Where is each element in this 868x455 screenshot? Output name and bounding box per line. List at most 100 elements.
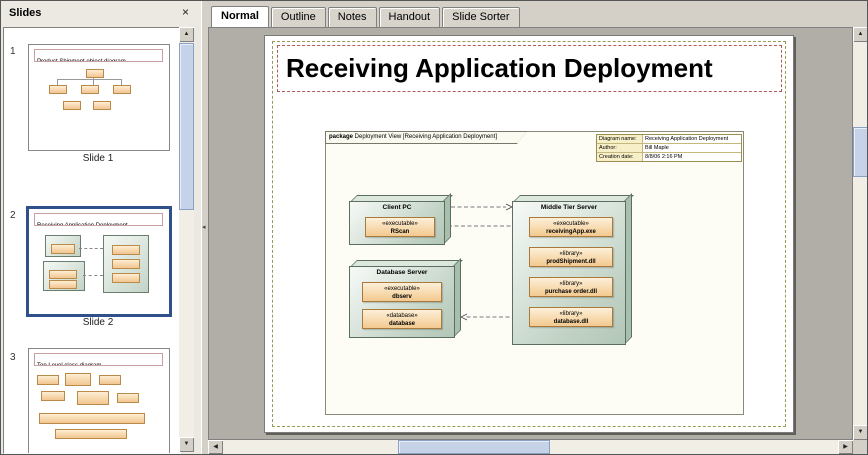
- slide-1-caption: Slide 1: [28, 153, 168, 164]
- scroll-down-icon[interactable]: ▼: [179, 437, 194, 452]
- scroll-down-icon[interactable]: ▼: [853, 425, 868, 440]
- slide-workspace: Receiving Application Deployment package…: [208, 27, 853, 440]
- mini-slide-title: Receiving Application Deployment: [35, 223, 128, 226]
- node-database-server[interactable]: Database Server «executable» dbserv «dat…: [349, 260, 461, 338]
- collapse-panel-icon[interactable]: ◂: [202, 223, 206, 231]
- slide-title: Receiving Application Deployment: [278, 46, 781, 91]
- mini-title-box: Receiving Application Deployment: [34, 213, 163, 226]
- mini-shape: [65, 373, 91, 386]
- stereotype-label: «library»: [530, 250, 612, 258]
- stereotype-label: «library»: [530, 310, 612, 318]
- mini-dependency: [83, 275, 103, 276]
- component-name: prodShipment.dll: [530, 258, 612, 266]
- component-name: database.dll: [530, 318, 612, 326]
- mini-connector: [57, 79, 121, 80]
- vertical-scrollbar[interactable]: ▲ ▼: [853, 27, 868, 440]
- table-row: Diagram name: Receiving Application Depl…: [597, 135, 741, 143]
- mini-shape: [112, 259, 140, 269]
- table-row: Creation date: 8/8/06 2:16 PM: [597, 152, 741, 161]
- component-database[interactable]: «database» database: [362, 309, 442, 329]
- stereotype-label: «database»: [363, 312, 441, 320]
- scroll-up-icon[interactable]: ▲: [179, 27, 194, 42]
- mini-dependency: [79, 248, 103, 249]
- mini-shape: [49, 280, 77, 289]
- component-receivingapp[interactable]: «executable» receivingApp.exe: [529, 217, 613, 237]
- panel-scrollbar[interactable]: ▲ ▼: [179, 27, 194, 452]
- mini-shape: [86, 69, 104, 78]
- horizontal-scrollbar-thumb[interactable]: [398, 440, 550, 454]
- title-placeholder[interactable]: Receiving Application Deployment: [277, 45, 782, 92]
- mini-shape: [81, 85, 99, 94]
- table-row: Author: Bill Maple: [597, 143, 741, 152]
- frame-label-text: Deployment View [Receiving Application D…: [353, 134, 497, 140]
- node-title: Client PC: [349, 204, 445, 211]
- vertical-scrollbar-thumb[interactable]: [853, 127, 868, 177]
- mini-node: [103, 235, 149, 293]
- stereotype-label: «executable»: [366, 220, 434, 228]
- table-value: Bill Maple: [643, 144, 741, 152]
- component-name: database: [363, 320, 441, 328]
- close-icon[interactable]: ×: [178, 5, 193, 20]
- mini-shape: [112, 273, 140, 283]
- slides-panel-header: Slides ×: [1, 1, 201, 27]
- scroll-up-icon[interactable]: ▲: [853, 27, 868, 42]
- mini-slide-title: Top Level class diagram: [35, 363, 101, 366]
- component-dbserv[interactable]: «executable» dbserv: [362, 282, 442, 302]
- tab-outline[interactable]: Outline: [271, 7, 326, 27]
- table-value: Receiving Application Deployment: [643, 135, 741, 143]
- view-tabbar: Normal Outline Notes Handout Slide Sorte…: [211, 5, 520, 27]
- frame-keyword: package: [329, 134, 353, 140]
- uml-frame-pentagon: package Deployment View [Receiving Appli…: [325, 131, 527, 144]
- impress-window: Slides × 1 Product Shipment object diagr…: [0, 0, 868, 455]
- tab-notes[interactable]: Notes: [328, 7, 377, 27]
- mini-shape: [117, 393, 139, 403]
- horizontal-scrollbar[interactable]: ◀ ▶: [208, 440, 853, 454]
- mini-shape: [63, 101, 81, 110]
- mini-shape: [99, 375, 121, 385]
- mini-shape: [49, 85, 67, 94]
- tab-normal[interactable]: Normal: [211, 6, 269, 28]
- slides-panel: Slides × 1 Product Shipment object diagr…: [1, 1, 202, 454]
- diagram-info-table: Diagram name: Receiving Application Depl…: [596, 134, 742, 162]
- mini-shape: [41, 391, 65, 401]
- tab-slide-sorter[interactable]: Slide Sorter: [442, 7, 519, 27]
- uml-frame-label: package Deployment View [Receiving Appli…: [326, 132, 529, 143]
- mini-shape: [93, 101, 111, 110]
- node-client-pc[interactable]: Client PC «executable» RScan: [349, 195, 451, 245]
- component-name: purchase order.dll: [530, 288, 612, 296]
- component-database-dll[interactable]: «library» database.dll: [529, 307, 613, 327]
- slide-3-number: 3: [10, 352, 16, 363]
- node-title: Database Server: [349, 269, 455, 276]
- tab-handout[interactable]: Handout: [379, 7, 441, 27]
- slide-thumbnail-3[interactable]: Top Level class diagram: [28, 348, 170, 454]
- mini-title-box: Product Shipment object diagram: [34, 49, 163, 62]
- slide-2-number: 2: [10, 210, 16, 221]
- component-purchase-order-dll[interactable]: «library» purchase order.dll: [529, 277, 613, 297]
- stereotype-label: «executable»: [363, 285, 441, 293]
- slide-1-number: 1: [10, 46, 16, 57]
- node-middle-tier-server[interactable]: Middle Tier Server «executable» receivin…: [512, 195, 632, 345]
- slide-canvas[interactable]: Receiving Application Deployment package…: [264, 35, 794, 433]
- slides-panel-title: Slides: [9, 7, 41, 19]
- panel-scrollbar-thumb[interactable]: [179, 43, 194, 210]
- slide-thumbnail-2[interactable]: Receiving Application Deployment: [28, 208, 170, 315]
- stereotype-label: «library»: [530, 280, 612, 288]
- uml-frame[interactable]: package Deployment View [Receiving Appli…: [325, 131, 744, 415]
- component-name: RScan: [366, 228, 434, 236]
- scroll-right-icon[interactable]: ▶: [838, 440, 853, 454]
- scroll-left-icon[interactable]: ◀: [208, 440, 223, 454]
- slide-thumbnail-list[interactable]: 1 Product Shipment object diagram Slide …: [3, 27, 181, 454]
- mini-shape: [112, 245, 140, 255]
- stereotype-label: «executable»: [530, 220, 612, 228]
- mini-slide-title: Product Shipment object diagram: [35, 59, 126, 62]
- slide-thumbnail-1[interactable]: Product Shipment object diagram: [28, 44, 170, 151]
- table-value: 8/8/06 2:16 PM: [643, 153, 741, 161]
- slide-2-caption: Slide 2: [28, 317, 168, 328]
- table-key: Creation date:: [597, 153, 643, 161]
- component-rscan[interactable]: «executable» RScan: [365, 217, 435, 237]
- mini-shape: [113, 85, 131, 94]
- scrollbar-corner: [853, 440, 868, 454]
- node-title: Middle Tier Server: [512, 204, 626, 211]
- mini-title-box: Top Level class diagram: [34, 353, 163, 366]
- component-prodshipment-dll[interactable]: «library» prodShipment.dll: [529, 247, 613, 267]
